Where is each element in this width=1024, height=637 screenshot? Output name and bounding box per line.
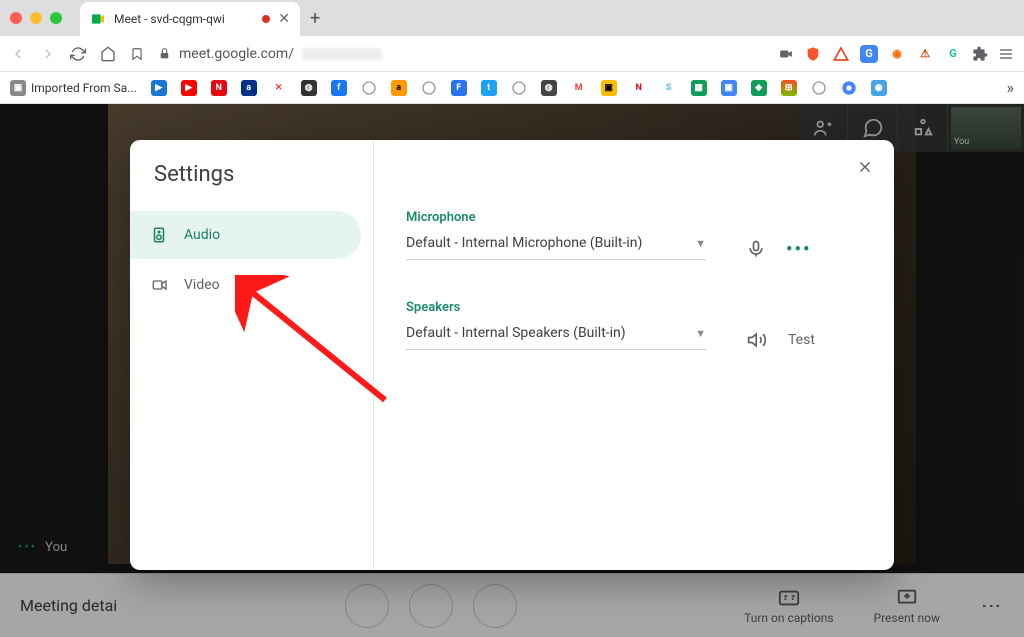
bookmark-icon[interactable]: ◍	[301, 80, 317, 96]
dialog-close-button[interactable]	[856, 158, 874, 176]
recording-indicator-icon	[262, 15, 270, 23]
bookmark-icon[interactable]	[841, 80, 857, 96]
bookmark-icon[interactable]	[361, 80, 377, 96]
camera-icon	[150, 277, 170, 293]
volume-icon	[746, 330, 768, 350]
mic-level-icon	[746, 238, 766, 260]
reload-button[interactable]	[70, 46, 86, 62]
bookmark-icon[interactable]: ◍	[541, 80, 557, 96]
tab-title: Meet - svd-cqgm-qwi	[114, 12, 254, 26]
bookmark-icon[interactable]: ▶	[181, 80, 197, 96]
speaker-icon	[150, 225, 170, 245]
microphone-select[interactable]: Default - Internal Microphone (Built-in)…	[406, 235, 706, 260]
new-tab-button[interactable]: +	[310, 8, 320, 29]
chevron-down-icon: ▼	[695, 327, 706, 340]
settings-tab-video[interactable]: Video	[130, 261, 361, 309]
address-bar[interactable]: meet.google.com/	[158, 46, 764, 62]
video-tab-label: Video	[184, 277, 220, 293]
mic-options-button[interactable]: •••	[786, 239, 811, 260]
test-speakers-button[interactable]: Test	[788, 332, 815, 348]
bookmark-icon[interactable]: N	[631, 80, 647, 96]
window-close-button[interactable]	[10, 12, 22, 24]
bookmark-icon[interactable]	[511, 80, 527, 96]
bookmark-icon[interactable]	[811, 80, 827, 96]
meet-favicon-icon	[90, 11, 106, 27]
bookmark-folder[interactable]: ▣ Imported From Sa...	[10, 80, 137, 96]
bookmark-icon[interactable]: f	[331, 80, 347, 96]
bookmarks-overflow-button[interactable]: »	[1007, 78, 1015, 97]
bookmark-icon[interactable]: S	[661, 80, 677, 96]
bookmark-icon[interactable]: M	[571, 80, 587, 96]
bookmark-icon[interactable]: F	[451, 80, 467, 96]
bookmark-icon[interactable]: t	[481, 80, 497, 96]
settings-title: Settings	[130, 162, 373, 211]
ext-alert-icon[interactable]: ⚠	[916, 45, 934, 63]
bookmark-icon[interactable]: ⊞	[781, 80, 797, 96]
window-controls	[10, 12, 62, 24]
bookmark-icon[interactable]: N	[211, 80, 227, 96]
window-title-bar: Meet - svd-cqgm-qwi ✕ +	[0, 0, 1024, 36]
extension-icons: G ◉ ⚠ G	[778, 45, 1014, 63]
speakers-value: Default - Internal Speakers (Built-in)	[406, 325, 626, 341]
bookmarks-bar: ▣ Imported From Sa... ▶ ▶ N a ✕ ◍ f a F …	[0, 72, 1024, 104]
bookmark-icon[interactable]	[421, 80, 437, 96]
bookmark-icon[interactable]: ◆	[751, 80, 767, 96]
settings-tab-audio[interactable]: Audio	[130, 211, 361, 259]
back-button[interactable]	[10, 46, 26, 62]
speakers-label: Speakers	[406, 300, 706, 315]
bookmark-icon[interactable]: ✕	[271, 80, 287, 96]
window-maximize-button[interactable]	[50, 12, 62, 24]
settings-dialog: Settings Audio Video Microphone	[130, 140, 894, 570]
ext-translate-icon[interactable]: G	[860, 45, 878, 63]
address-text: meet.google.com/	[179, 46, 294, 62]
browser-toolbar: meet.google.com/ G ◉ ⚠ G	[0, 36, 1024, 72]
window-minimize-button[interactable]	[30, 12, 42, 24]
ext-triangle-icon[interactable]	[832, 45, 850, 63]
microphone-label: Microphone	[406, 210, 706, 225]
brave-icon[interactable]	[804, 45, 822, 63]
speakers-select[interactable]: Default - Internal Speakers (Built-in) ▼	[406, 325, 706, 350]
bookmark-icon[interactable]: a	[391, 80, 407, 96]
settings-main: Microphone Default - Internal Microphone…	[374, 140, 894, 570]
bookmark-icon[interactable]: ◉	[871, 80, 887, 96]
settings-sidebar: Settings Audio Video	[130, 140, 374, 570]
ext-circle-icon[interactable]: ◉	[888, 45, 906, 63]
bookmark-icon[interactable]: a	[241, 80, 257, 96]
bookmark-folder-label: Imported From Sa...	[31, 81, 137, 95]
lock-icon	[158, 47, 171, 60]
chevron-down-icon: ▼	[695, 237, 706, 250]
forward-button[interactable]	[40, 46, 56, 62]
bookmark-icon[interactable]: ▦	[691, 80, 707, 96]
address-redacted	[302, 48, 382, 60]
folder-icon: ▣	[10, 80, 26, 96]
home-button[interactable]	[100, 46, 116, 62]
bookmark-icon[interactable]: ▶	[151, 80, 167, 96]
bookmark-icon[interactable]: ▣	[601, 80, 617, 96]
extensions-button[interactable]	[972, 46, 988, 62]
bookmark-icon[interactable]	[130, 46, 144, 62]
tab-close-button[interactable]: ✕	[278, 12, 290, 26]
browser-tab[interactable]: Meet - svd-cqgm-qwi ✕	[80, 2, 300, 36]
camera-icon[interactable]	[778, 47, 794, 61]
bookmark-icon[interactable]: ▣	[721, 80, 737, 96]
grammarly-icon[interactable]: G	[944, 45, 962, 63]
browser-menu-button[interactable]	[998, 46, 1014, 62]
microphone-value: Default - Internal Microphone (Built-in)	[406, 235, 642, 251]
audio-tab-label: Audio	[184, 227, 220, 243]
